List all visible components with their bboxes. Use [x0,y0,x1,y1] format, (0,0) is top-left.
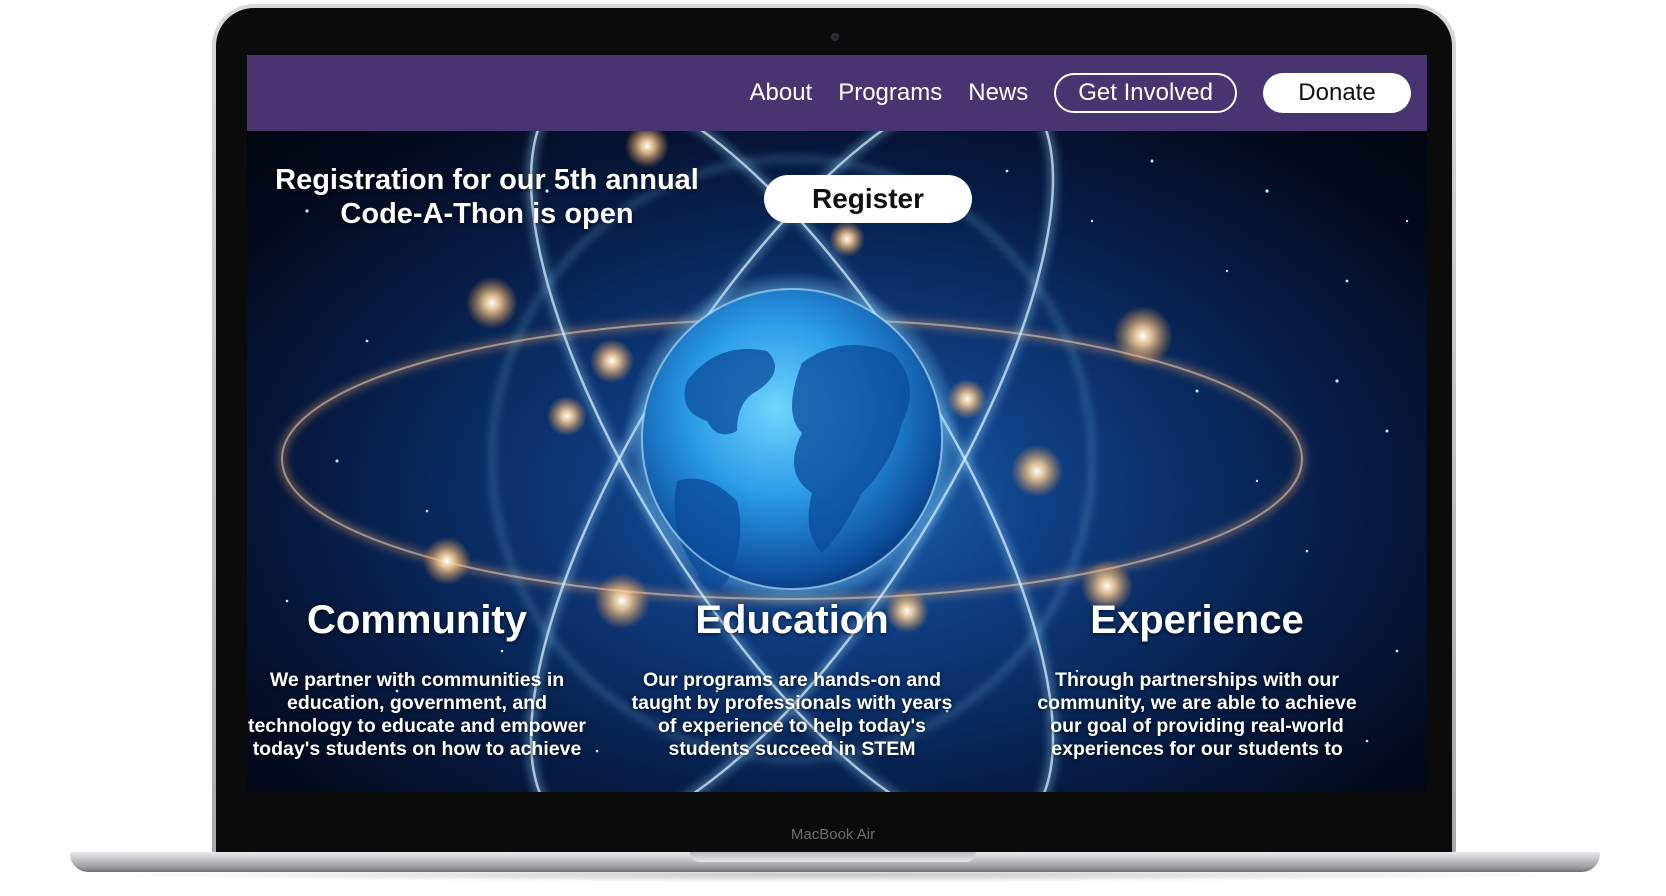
camera-icon [831,33,839,41]
feature-title: Education [695,598,889,642]
donate-button[interactable]: Donate [1263,73,1411,113]
feature-line: taught by professionals with years [631,692,953,714]
website-screen: About Programs News Get Involved Donate [247,55,1427,792]
feature-line: today's students on how to achieve [252,738,582,760]
feature-line: Through partnerships with our [1055,669,1339,691]
feature-line: We partner with communities in [269,669,565,691]
top-navbar: About Programs News Get Involved Donate [247,55,1427,131]
announcement-line-2: Code-A-Thon is open [340,198,634,230]
nav-about[interactable]: About [749,79,812,107]
announcement-line-1: Registration for our 5th annual [275,164,699,196]
nav-news[interactable]: News [968,79,1028,107]
feature-description: Through partnerships with our community,… [1027,669,1367,761]
feature-experience: Experience Through partnerships with our… [1027,595,1367,761]
nav-programs[interactable]: Programs [838,79,942,107]
feature-line: Our programs are hands-on and [643,669,941,691]
feature-line: students succeed in STEM [668,738,916,760]
feature-line: education, government, and [286,692,548,714]
feature-line: of experience to help today's [658,715,926,737]
feature-line: experiences for our students to [1051,738,1343,760]
product-mockup: MacBook Air About Programs News Get Invo… [0,0,1666,896]
feature-community: Community We partner with communities in… [247,595,587,761]
feature-line: community, we are able to achieve [1037,692,1357,714]
feature-description: We partner with communities in education… [247,669,587,761]
hero-section: Registration for our 5th annual Code-A-T… [247,131,1427,792]
device-label: MacBook Air [790,826,876,843]
feature-line: technology to educate and empower [247,715,587,737]
feature-title: Experience [1090,598,1304,642]
globe [624,271,960,607]
get-involved-button[interactable]: Get Involved [1054,73,1237,113]
feature-title: Community [307,598,527,642]
feature-education: Education Our programs are hands-on and … [622,595,962,761]
register-button[interactable]: Register [764,175,972,223]
laptop-notch [690,852,976,862]
feature-line: our goal of providing real-world [1050,715,1344,737]
registration-announcement: Registration for our 5th annual Code-A-T… [267,163,707,231]
feature-description: Our programs are hands-on and taught by … [622,669,962,761]
